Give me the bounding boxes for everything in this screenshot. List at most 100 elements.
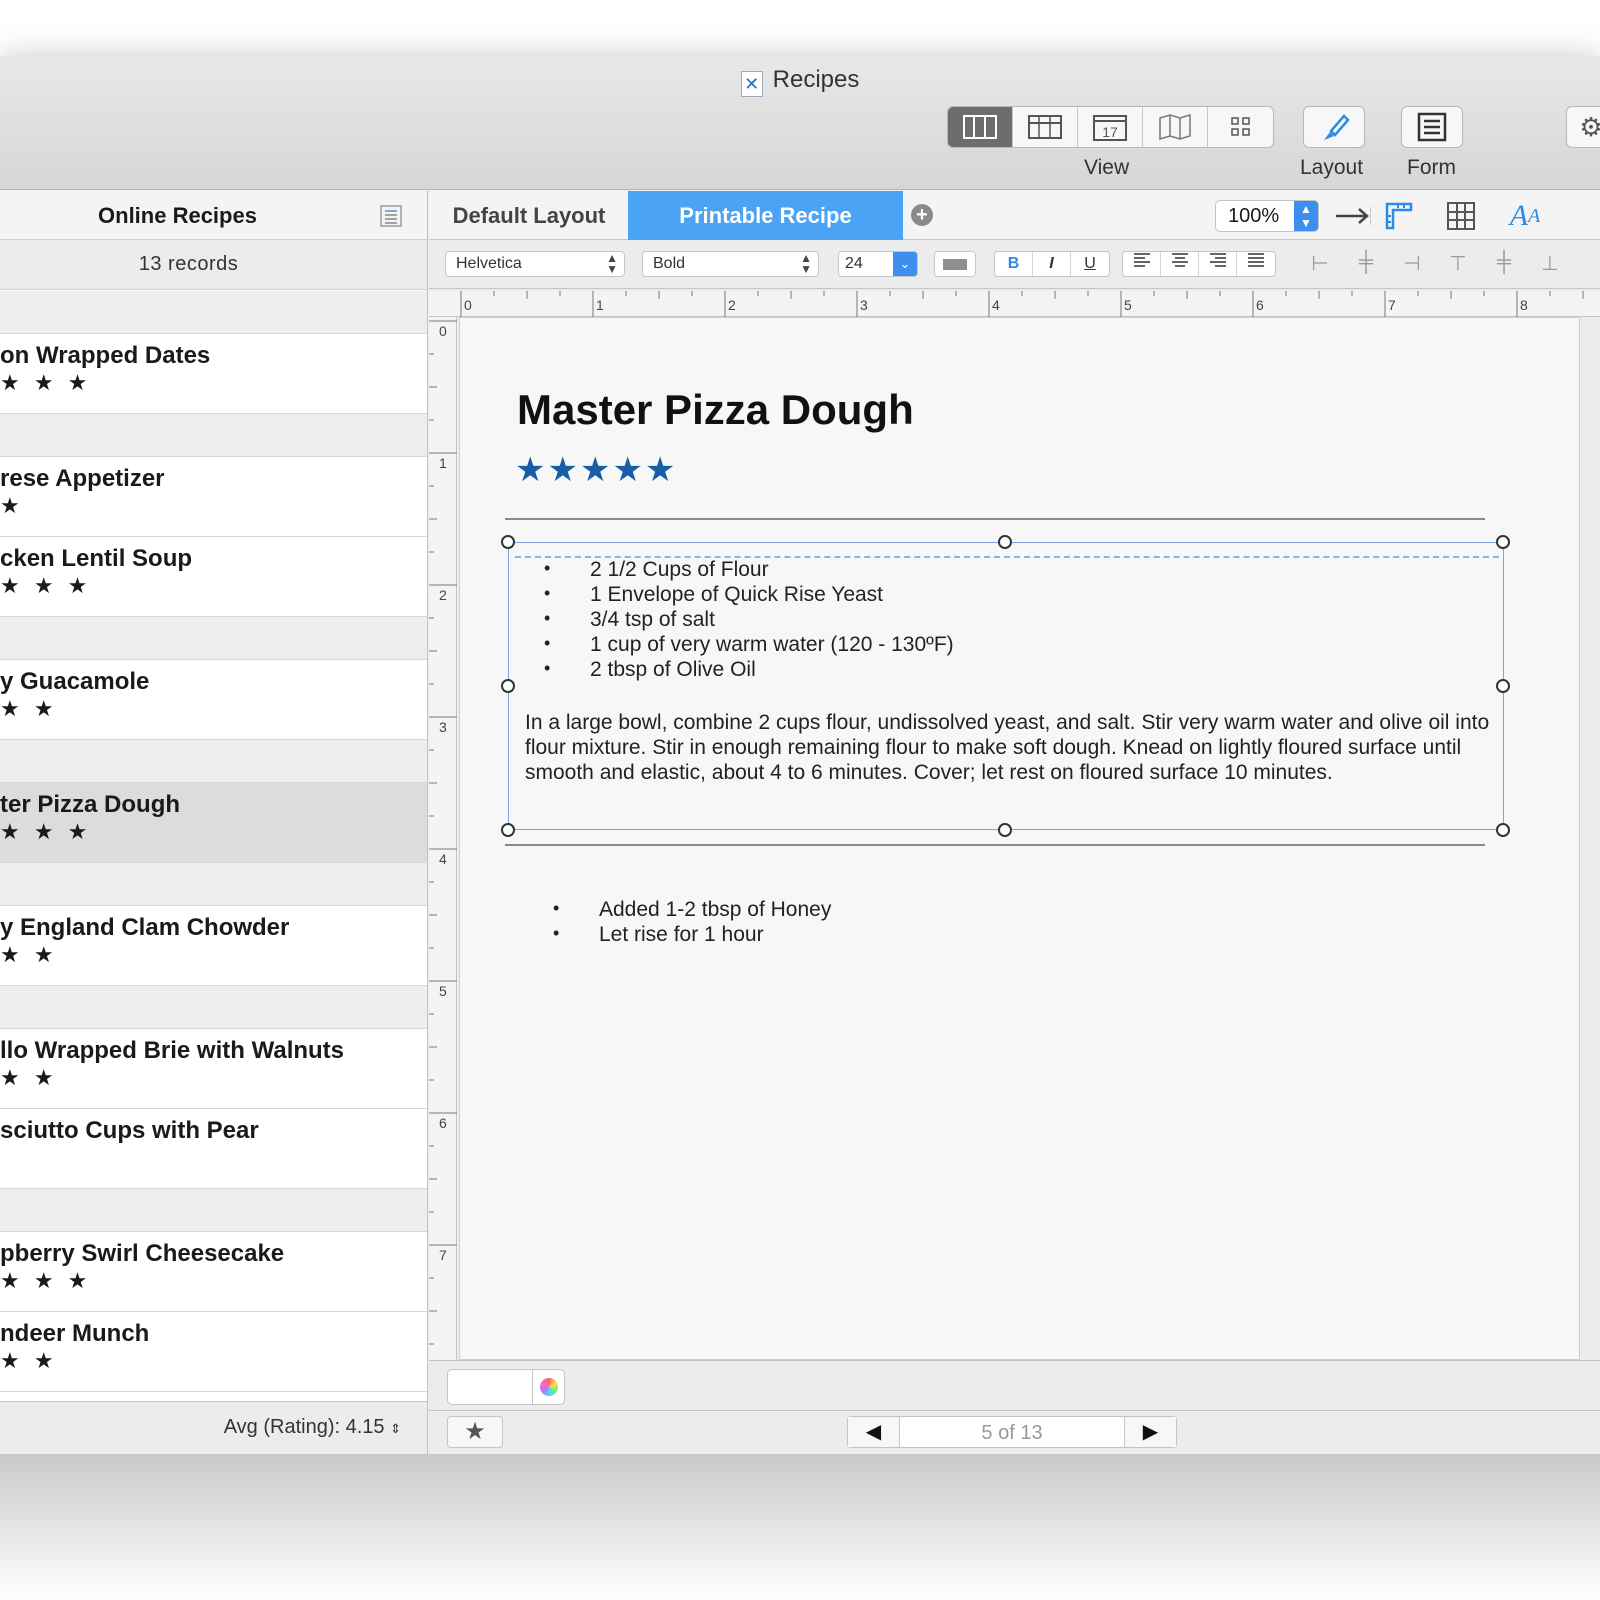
list-item[interactable]: ndeer Munch ★ ★ — [0, 1312, 427, 1392]
chevron-down-icon[interactable]: ⌄ — [893, 252, 917, 276]
align-objects-top-icon[interactable]: ⊤ — [1443, 251, 1473, 277]
align-objects-left-icon[interactable]: ⊢ — [1305, 251, 1335, 277]
ruler-label: 6 — [439, 1115, 447, 1131]
background-color-well[interactable] — [447, 1369, 565, 1405]
rating-field[interactable]: ★★★★★ — [515, 450, 677, 490]
grid-guides-icon[interactable] — [1443, 199, 1479, 233]
styles-icon[interactable]: AA — [1507, 199, 1543, 233]
instructions-text: In a large bowl, combine 2 cups flour, u… — [525, 711, 1490, 784]
align-objects-right-icon[interactable]: ⊣ — [1397, 251, 1427, 277]
ruler-icon[interactable] — [1381, 199, 1417, 233]
layout-button[interactable] — [1303, 106, 1365, 148]
record-pager: ◀ 5 of 13 ▶ — [847, 1416, 1177, 1448]
form-button[interactable] — [1401, 106, 1463, 148]
table-icon[interactable] — [1013, 107, 1078, 147]
font-size-field[interactable]: 24 ⌄ — [838, 251, 918, 277]
align-center-icon[interactable] — [1161, 252, 1199, 276]
list-separator — [0, 986, 427, 1029]
list-item-selected[interactable]: ter Pizza Dough ★ ★ ★ — [0, 783, 427, 863]
notes-list[interactable]: Added 1-2 tbsp of Honey Let rise for 1 h… — [553, 898, 831, 948]
record-name: cken Lentil Soup — [0, 545, 193, 572]
zoom-field[interactable]: 100% ▲ ▼ — [1215, 200, 1319, 232]
bold-button[interactable]: B — [995, 252, 1033, 276]
tab-default-layout[interactable]: Default Layout — [429, 191, 629, 240]
list-item[interactable]: on Wrapped Dates ★ ★ ★ — [0, 334, 427, 414]
resize-handle[interactable] — [501, 535, 515, 549]
map-icon[interactable] — [1143, 107, 1208, 147]
ingredient-item: 2 tbsp of Olive Oil — [544, 658, 954, 683]
ruler-label: 2 — [728, 297, 736, 313]
align-right-icon[interactable] — [1199, 252, 1237, 276]
record-rating: ★ ★ ★ — [0, 819, 92, 844]
record-rating: ★ ★ — [0, 1065, 58, 1090]
record-rating: ★ ★ — [0, 942, 58, 967]
record-name: llo Wrapped Brie with Walnuts — [0, 1037, 345, 1064]
list-item[interactable]: y Guacamole ★ ★ — [0, 660, 427, 740]
font-family-select[interactable]: Helvetica ▲ ▼ — [445, 251, 625, 277]
ruler-label: 8 — [1520, 297, 1528, 313]
ruler-label: 5 — [439, 983, 447, 999]
ruler-label: 1 — [439, 455, 447, 471]
list-item[interactable]: y England Clam Chowder ★ ★ — [0, 906, 427, 986]
next-record-button[interactable]: ▶ — [1124, 1417, 1176, 1447]
zoom-value: 100% — [1228, 205, 1280, 227]
horizontal-ruler: 0 1 2 3 4 5 6 7 8 — [429, 291, 1600, 317]
ingredient-item: 2 1/2 Cups of Flour — [544, 558, 954, 583]
ruler-label: 0 — [439, 323, 447, 339]
resize-handle[interactable] — [998, 535, 1012, 549]
list-item[interactable]: rese Appetizer ★ — [0, 457, 427, 537]
list-item[interactable]: pberry Swirl Cheesecake ★ ★ ★ — [0, 1232, 427, 1312]
format-bar: Helvetica ▲ ▼ Bold ▲ ▼ 24 ⌄ B I U ⊢ ╪ ⊣ … — [429, 240, 1600, 289]
align-objects-bottom-icon[interactable]: ⊥ — [1535, 251, 1565, 277]
ingredient-item: 3/4 tsp of salt — [544, 608, 954, 633]
underline-button[interactable]: U — [1071, 252, 1109, 276]
tab-order-icon[interactable] — [1335, 199, 1371, 233]
color-wheel-icon[interactable] — [532, 1370, 564, 1404]
ingredient-item: 1 Envelope of Quick Rise Yeast — [544, 583, 954, 608]
font-style-select[interactable]: Bold ▲ ▼ — [642, 251, 819, 277]
window-title: ✕ Recipes — [0, 66, 1600, 97]
layout-canvas[interactable]: Master Pizza Dough ★★★★★ 2 1/2 Cups of F… — [459, 317, 1580, 1360]
ruler-label: 7 — [439, 1247, 447, 1263]
note-item: Added 1-2 tbsp of Honey — [553, 898, 831, 923]
recipe-title-field[interactable]: Master Pizza Dough — [517, 386, 914, 434]
gear-icon: ⚙ — [1579, 111, 1600, 142]
view-mode-control: 17 — [947, 106, 1274, 148]
list-item[interactable]: sciutto Cups with Pear — [0, 1109, 427, 1189]
app-window: ✕ Recipes 17 View Layout Form ⚙ Online R… — [0, 56, 1600, 1454]
columns-icon[interactable] — [948, 107, 1013, 147]
list-options-icon[interactable] — [380, 205, 402, 227]
text-color-swatch[interactable] — [934, 251, 976, 277]
italic-button[interactable]: I — [1033, 252, 1071, 276]
ruler-label: 2 — [439, 587, 447, 603]
align-objects-center-icon[interactable]: ╪ — [1351, 251, 1381, 277]
layout-tabs: Default Layout Printable Recipe + 100% ▲… — [429, 191, 1600, 240]
resize-handle[interactable] — [998, 823, 1012, 837]
previous-record-button[interactable]: ◀ — [848, 1417, 900, 1447]
star-icon[interactable]: ★ — [447, 1416, 503, 1448]
summary-selector[interactable]: Avg (Rating): 4.15 ⇕ — [224, 1416, 401, 1439]
grid-icon[interactable] — [1208, 107, 1273, 147]
align-objects-middle-icon[interactable]: ╪ — [1489, 251, 1519, 277]
resize-handle[interactable] — [1496, 823, 1510, 837]
list-separator — [0, 291, 427, 334]
resize-handle[interactable] — [501, 823, 515, 837]
align-left-icon[interactable] — [1123, 252, 1161, 276]
tab-printable-recipe[interactable]: Printable Recipe — [628, 191, 903, 240]
list-item[interactable]: cken Lentil Soup ★ ★ ★ — [0, 537, 427, 617]
zoom-stepper-icon[interactable]: ▲ ▼ — [1294, 201, 1318, 231]
align-justify-icon[interactable] — [1237, 252, 1275, 276]
add-layout-icon[interactable]: + — [911, 204, 933, 226]
calendar-icon[interactable]: 17 — [1078, 107, 1143, 147]
record-name: rese Appetizer — [0, 465, 165, 492]
ingredients-list: 2 1/2 Cups of Flour 1 Envelope of Quick … — [544, 558, 954, 683]
ruler-label: 0 — [464, 297, 472, 313]
settings-button[interactable]: ⚙ — [1566, 106, 1600, 148]
list-item[interactable]: llo Wrapped Brie with Walnuts ★ ★ — [0, 1029, 427, 1109]
window-toolbar: ✕ Recipes 17 View Layout Form ⚙ — [0, 56, 1600, 190]
resize-handle[interactable] — [1496, 535, 1510, 549]
resize-handle[interactable] — [1496, 679, 1510, 693]
collection-title: Online Recipes — [98, 203, 257, 228]
color-swatch-fill — [943, 259, 967, 270]
resize-handle[interactable] — [501, 679, 515, 693]
